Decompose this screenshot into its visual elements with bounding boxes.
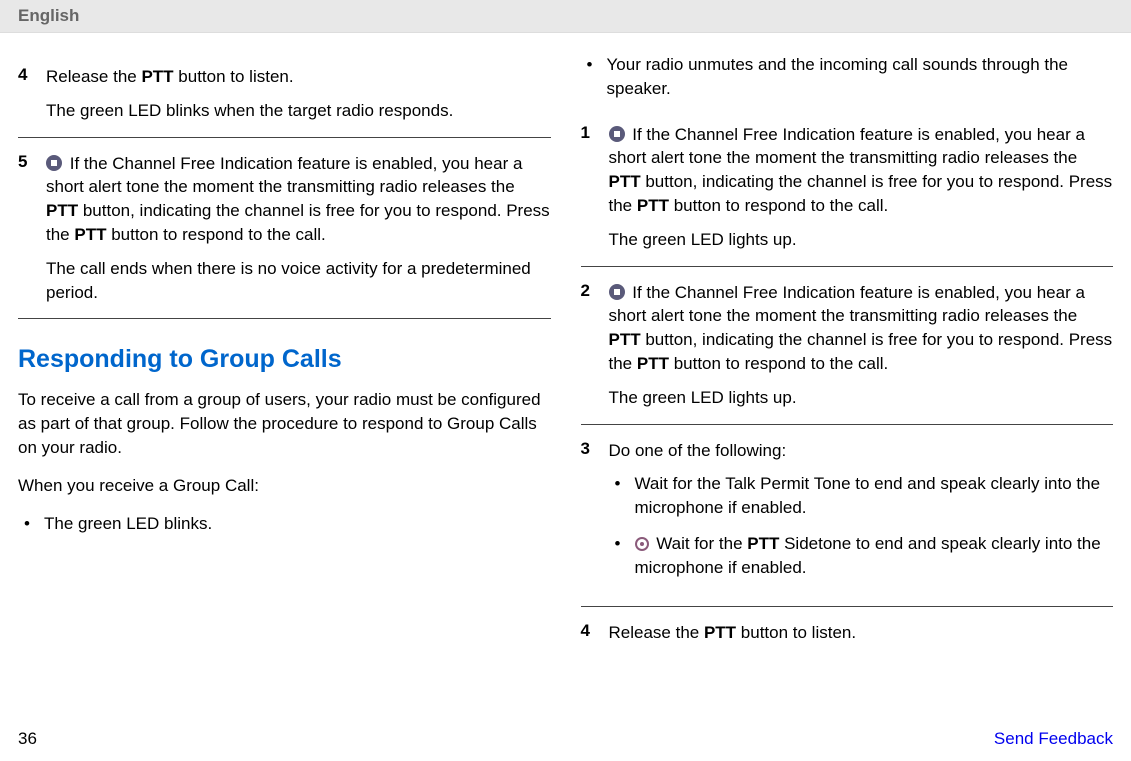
divider	[18, 137, 551, 138]
step-5: 5 If the Channel Free Indication feature…	[18, 140, 551, 317]
step-3: 3 Do one of the following: Wait for the …	[581, 427, 1114, 604]
step-number: 4	[18, 65, 32, 123]
target-icon	[635, 537, 649, 551]
step-text: If the Channel Free Indication feature i…	[609, 281, 1114, 376]
step-number: 3	[581, 439, 595, 592]
left-column: 4 Release the PTT button to listen. The …	[18, 53, 551, 656]
step-text: Release the PTT button to listen.	[46, 65, 453, 89]
page-number: 36	[18, 729, 37, 749]
nested-list: Wait for the Talk Permit Tone to end and…	[609, 472, 1114, 579]
stop-icon	[609, 126, 625, 142]
step-body: If the Channel Free Indication feature i…	[609, 123, 1114, 252]
footer: 36 Send Feedback	[0, 729, 1131, 749]
list-item: Wait for the Talk Permit Tone to end and…	[609, 472, 1114, 520]
content: 4 Release the PTT button to listen. The …	[0, 33, 1131, 656]
step-text: Release the PTT button to listen.	[609, 621, 857, 645]
step-4: 4 Release the PTT button to listen. The …	[18, 53, 551, 135]
divider	[18, 318, 551, 319]
divider	[581, 266, 1114, 267]
step-1: 1 If the Channel Free Indication feature…	[581, 111, 1114, 264]
step-text: Do one of the following:	[609, 439, 1114, 463]
stop-icon	[609, 284, 625, 300]
header: English	[0, 0, 1131, 33]
step-number: 5	[18, 152, 32, 305]
step-number: 2	[581, 281, 595, 410]
send-feedback-link[interactable]: Send Feedback	[994, 729, 1113, 749]
list-item: Wait for the PTT Sidetone to end and spe…	[609, 532, 1114, 580]
step-text: If the Channel Free Indication feature i…	[609, 123, 1114, 218]
section-heading: Responding to Group Calls	[18, 345, 551, 374]
step-text: The green LED blinks when the target rad…	[46, 99, 453, 123]
step-2: 2 If the Channel Free Indication feature…	[581, 269, 1114, 422]
step-body: If the Channel Free Indication feature i…	[609, 281, 1114, 410]
step-4-right: 4 Release the PTT button to listen.	[581, 609, 1114, 657]
header-title: English	[18, 6, 79, 25]
step-body: Do one of the following: Wait for the Ta…	[609, 439, 1114, 592]
stop-icon	[46, 155, 62, 171]
step-text: The green LED lights up.	[609, 386, 1114, 410]
list-item: The green LED blinks.	[18, 512, 551, 536]
step-body: If the Channel Free Indication feature i…	[46, 152, 551, 305]
step-text: The call ends when there is no voice act…	[46, 257, 551, 305]
intro-paragraph: To receive a call from a group of users,…	[18, 388, 551, 459]
divider	[581, 606, 1114, 607]
step-body: Release the PTT button to listen. The gr…	[46, 65, 453, 123]
step-number: 4	[581, 621, 595, 645]
step-text: The green LED lights up.	[609, 228, 1114, 252]
bullet-list: The green LED blinks.	[18, 512, 551, 536]
list-item: Your radio unmutes and the incoming call…	[581, 53, 1114, 101]
step-body: Release the PTT button to listen.	[609, 621, 857, 645]
right-column: Your radio unmutes and the incoming call…	[581, 53, 1114, 656]
step-text: If the Channel Free Indication feature i…	[46, 152, 551, 247]
divider	[581, 424, 1114, 425]
bullet-list: Your radio unmutes and the incoming call…	[581, 53, 1114, 101]
lead-paragraph: When you receive a Group Call:	[18, 474, 551, 498]
step-number: 1	[581, 123, 595, 252]
